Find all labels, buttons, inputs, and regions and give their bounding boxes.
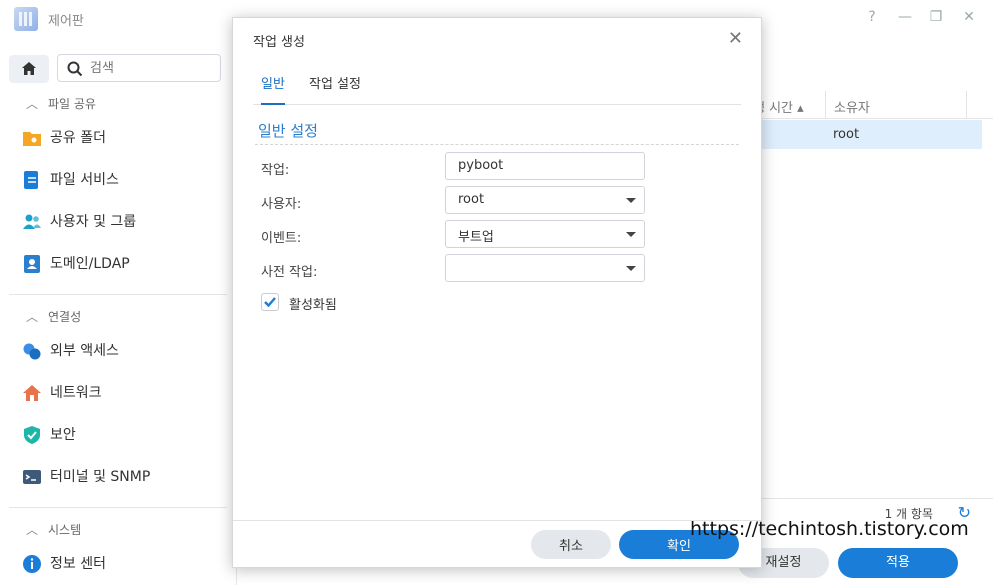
user-label: 사용자: xyxy=(261,197,302,212)
dialog-footer-divider xyxy=(233,520,761,521)
event-label: 이벤트: xyxy=(261,231,302,246)
close-icon[interactable]: ✕ xyxy=(728,28,743,49)
sidebar-item-label: 도메인/LDAP xyxy=(50,256,130,272)
owner-cell: root xyxy=(833,127,860,142)
pretask-select[interactable] xyxy=(445,254,645,282)
home-button[interactable] xyxy=(9,55,49,83)
enabled-checkbox[interactable] xyxy=(261,293,279,311)
home-icon xyxy=(22,62,36,75)
restore-icon[interactable]: ❐ xyxy=(928,9,944,27)
create-task-dialog: 작업 생성 ✕ 일반 작업 설정 일반 설정 작업: 사용자: root 이벤트… xyxy=(232,17,762,568)
domain-ldap-icon xyxy=(24,255,40,273)
user-select-value: root xyxy=(458,192,485,207)
tab-task-settings[interactable]: 작업 설정 xyxy=(309,78,361,105)
security-shield-icon xyxy=(24,426,40,444)
sidebar-item-label: 외부 액세스 xyxy=(50,343,119,359)
column-divider xyxy=(825,91,826,119)
chevron-up-icon: ︿ xyxy=(26,97,39,111)
event-select[interactable]: 부트업 xyxy=(445,220,645,248)
dashed-divider xyxy=(255,144,739,145)
dialog-tabs: 일반 작업 설정 xyxy=(253,78,741,105)
search-box[interactable] xyxy=(57,54,221,82)
section-header-connectivity[interactable]: ︿ 연결성 xyxy=(26,308,81,325)
task-name-field[interactable] xyxy=(445,152,645,180)
shared-folder-icon xyxy=(23,132,41,146)
info-center-icon xyxy=(23,555,41,573)
section-header-system[interactable]: ︿ 시스템 xyxy=(26,521,81,538)
control-panel-app-icon xyxy=(14,7,38,31)
sidebar-item-label: 사용자 및 그룹 xyxy=(50,214,137,230)
sidebar-item-label: 네트워크 xyxy=(50,385,102,401)
help-icon[interactable]: ? xyxy=(864,9,880,27)
sidebar-item-label: 공유 폴더 xyxy=(50,130,106,146)
event-select-value: 부트업 xyxy=(458,230,494,245)
cancel-button[interactable]: 취소 xyxy=(531,530,611,559)
tab-general[interactable]: 일반 xyxy=(261,78,285,105)
search-icon xyxy=(67,61,83,77)
section-title: 일반 설정 xyxy=(258,122,318,140)
apply-button[interactable]: 적용 xyxy=(838,548,958,578)
sidebar-item-label: 파일 서비스 xyxy=(50,172,119,188)
file-services-icon xyxy=(24,171,38,189)
minimize-icon[interactable]: — xyxy=(897,9,913,27)
external-access-icon xyxy=(23,343,41,360)
pretask-label: 사전 작업: xyxy=(261,265,318,280)
search-input[interactable] xyxy=(90,59,216,77)
task-label: 작업: xyxy=(261,163,290,178)
chevron-up-icon: ︿ xyxy=(26,310,39,324)
task-name-input[interactable] xyxy=(458,158,618,173)
dropdown-arrow-icon xyxy=(626,198,636,203)
window-title: 제어판 xyxy=(48,14,84,29)
dropdown-arrow-icon xyxy=(626,266,636,271)
checkmark-icon xyxy=(264,297,276,308)
sidebar-item-label: 터미널 및 SNMP xyxy=(50,469,151,485)
dropdown-arrow-icon xyxy=(626,232,636,237)
sidebar: ︿파일 공유 공유 폴더 파일 서비스 사용자 및 그룹 도메인/LDAP ︿연… xyxy=(0,38,237,585)
chevron-up-icon: ︿ xyxy=(26,523,39,537)
column-header-owner[interactable]: 소유자 xyxy=(834,97,870,116)
window-close-icon[interactable]: ✕ xyxy=(961,9,977,27)
column-divider xyxy=(966,91,967,119)
watermark-text: https://techintosh.tistory.com xyxy=(690,518,969,540)
network-icon xyxy=(23,385,41,401)
user-select[interactable]: root xyxy=(445,186,645,214)
users-groups-icon xyxy=(23,214,41,229)
sidebar-item-label: 보안 xyxy=(50,427,76,443)
section-header-file-sharing[interactable]: ︿ 파일 공유 xyxy=(26,95,96,112)
dialog-title: 작업 생성 xyxy=(253,35,305,50)
divider xyxy=(9,294,227,295)
terminal-icon xyxy=(23,470,41,484)
enabled-label: 활성화됨 xyxy=(289,298,337,313)
divider xyxy=(9,507,227,508)
sidebar-item-label: 정보 센터 xyxy=(50,556,106,572)
